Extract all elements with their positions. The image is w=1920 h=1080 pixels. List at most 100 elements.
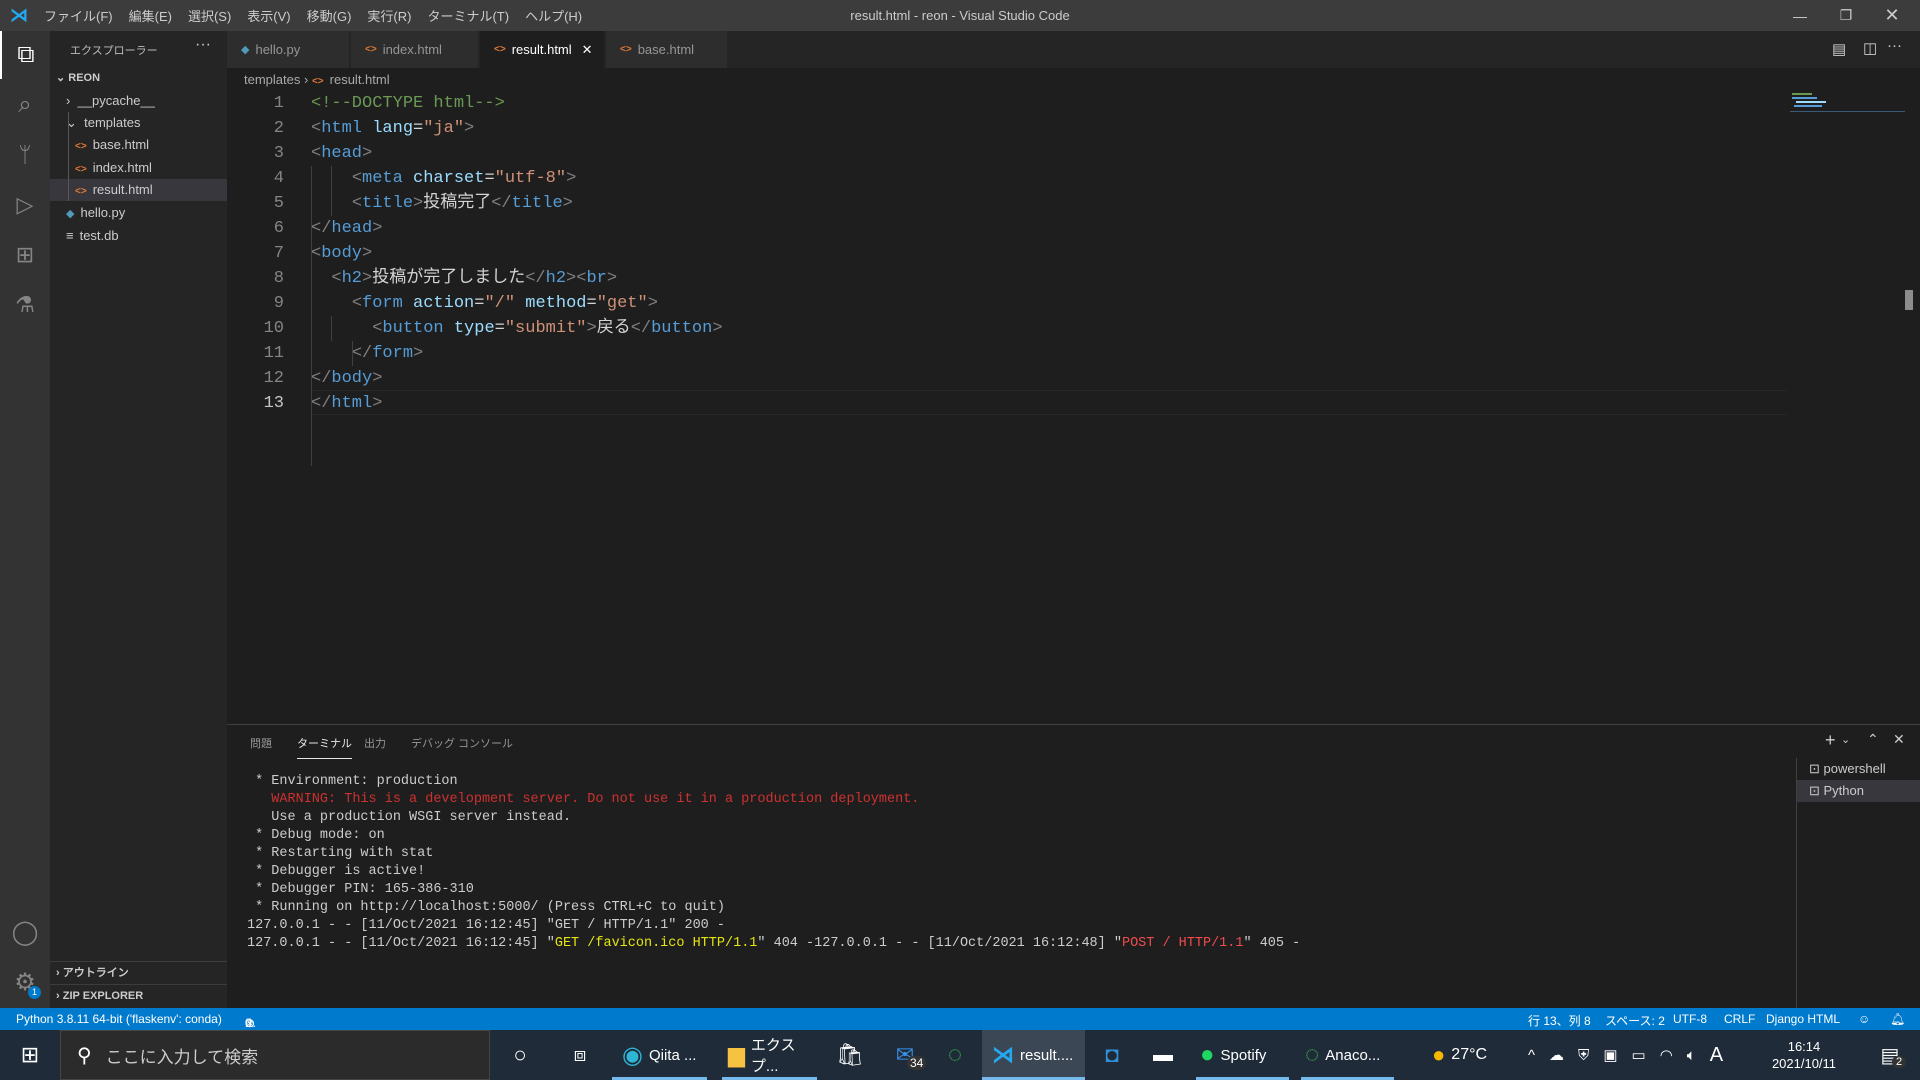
maximize-panel-icon[interactable]: ⌃ bbox=[1867, 731, 1879, 748]
security-icon[interactable]: ⛨ bbox=[1578, 1047, 1589, 1064]
code-line[interactable]: <button type="submit">戻る</button> bbox=[311, 316, 722, 341]
encoding[interactable]: UTF-8 bbox=[1673, 1012, 1707, 1026]
outline-section[interactable]: › アウトライン bbox=[50, 961, 227, 983]
tab-base-html[interactable]: <> base.html bbox=[606, 31, 728, 68]
menu-selection[interactable]: 選択(S) bbox=[188, 6, 231, 25]
tree-item-index-html[interactable]: <> index.html bbox=[50, 157, 227, 179]
tab-output[interactable]: 出力 bbox=[364, 735, 386, 759]
more-actions-icon[interactable]: ··· bbox=[195, 36, 211, 54]
terminal-app-icon[interactable]: ▬ bbox=[1148, 1030, 1178, 1080]
minimap[interactable] bbox=[1790, 90, 1905, 120]
menu-run[interactable]: 実行(R) bbox=[367, 6, 411, 25]
onedrive-icon[interactable]: ☁ bbox=[1549, 1046, 1564, 1064]
tree-item-base-html[interactable]: <> base.html bbox=[50, 134, 227, 156]
workspace-root[interactable]: ⌄ REON bbox=[50, 67, 227, 89]
code-line[interactable]: <h2>投稿が完了しました</h2><br> bbox=[311, 266, 617, 291]
taskbar-search-box[interactable]: ⚲ ここに入力して検索 bbox=[60, 1030, 490, 1080]
search-icon[interactable]: ⌕ bbox=[0, 81, 50, 129]
taskbar-app-edge[interactable]: ◉ Qiita ... bbox=[612, 1030, 707, 1080]
wifi-icon[interactable]: ◠ bbox=[1660, 1046, 1673, 1064]
tree-item-hello-py[interactable]: ◆ hello.py bbox=[50, 202, 227, 224]
code-line[interactable]: <form action="/" method="get"> bbox=[311, 291, 658, 316]
feedback-icon[interactable]: ☺ bbox=[1858, 1012, 1870, 1026]
menu-help[interactable]: ヘルプ(H) bbox=[525, 6, 582, 25]
breadcrumb-result-html[interactable]: result.html bbox=[330, 72, 390, 87]
new-terminal-icon[interactable]: + bbox=[1825, 730, 1836, 751]
tree-item-result-html[interactable]: <> result.html bbox=[50, 179, 227, 201]
chevron-down-icon[interactable]: ⌄ bbox=[1841, 733, 1850, 746]
cursor-position[interactable]: 行 13、列 8 bbox=[1528, 1012, 1591, 1029]
menu-view[interactable]: 表示(V) bbox=[247, 6, 290, 25]
minimize-button[interactable]: — bbox=[1777, 0, 1823, 31]
battery-icon[interactable]: ▭ bbox=[1632, 1046, 1646, 1064]
close-panel-icon[interactable]: ✕ bbox=[1893, 731, 1905, 748]
code-line[interactable]: </html> bbox=[311, 391, 382, 416]
indentation[interactable]: スペース: 2 bbox=[1605, 1012, 1665, 1029]
split-editor-icon[interactable]: ◫ bbox=[1863, 39, 1877, 57]
volume-icon[interactable]: 🔈︎ bbox=[1687, 1047, 1696, 1064]
taskbar-app-spotify[interactable]: ● Spotify bbox=[1196, 1030, 1289, 1080]
menu-terminal[interactable]: ターミナル(T) bbox=[427, 6, 509, 25]
menu-edit[interactable]: 編集(E) bbox=[129, 6, 172, 25]
task-view-icon[interactable]: ⧈ bbox=[565, 1030, 595, 1080]
tab-index-html[interactable]: <> index.html bbox=[351, 31, 479, 68]
tree-item-test-db[interactable]: ≡ test.db bbox=[50, 225, 227, 247]
open-preview-icon[interactable]: ▤ bbox=[1832, 40, 1846, 58]
terminal-item-powershell[interactable]: ⊡ powershell bbox=[1797, 758, 1920, 780]
zip-explorer-section[interactable]: › ZIP EXPLORER bbox=[50, 984, 227, 1006]
more-actions-icon[interactable]: ··· bbox=[1887, 37, 1902, 54]
notification-center-icon[interactable]: ▤ 2 bbox=[1870, 1030, 1910, 1080]
taskbar-app-explorer[interactable]: ▆ エクスプ... bbox=[722, 1030, 817, 1080]
code-line[interactable]: <head> bbox=[311, 141, 372, 166]
close-window-button[interactable]: ✕ bbox=[1869, 0, 1915, 31]
taskbar-app-vscode[interactable]: ⋊ result.... bbox=[982, 1030, 1085, 1080]
close-tab-icon[interactable]: ✕ bbox=[582, 42, 593, 58]
code-editor[interactable]: <!--DOCTYPE html--> <html lang="ja"> <he… bbox=[227, 90, 1790, 724]
tab-hello-py[interactable]: ◆ hello.py bbox=[227, 31, 350, 68]
anaconda-icon[interactable]: ◌ bbox=[940, 1030, 970, 1080]
menu-file[interactable]: ファイル(F) bbox=[44, 6, 113, 25]
code-line[interactable]: <meta charset="utf-8"> bbox=[311, 166, 576, 191]
code-line[interactable]: <!--DOCTYPE html--> bbox=[311, 91, 505, 116]
cortana-icon[interactable]: ○ bbox=[505, 1030, 535, 1080]
notifications-bell-icon[interactable]: 🔔︎ bbox=[1890, 1012, 1905, 1026]
app-icon[interactable]: ◘ bbox=[1097, 1030, 1127, 1080]
testing-icon[interactable]: ⚗ bbox=[0, 281, 50, 329]
code-line[interactable]: </head> bbox=[311, 216, 382, 241]
code-line[interactable]: <body> bbox=[311, 241, 372, 266]
device-icon[interactable]: ▣ bbox=[1603, 1046, 1617, 1064]
settings-gear-icon[interactable]: ⚙ 1 bbox=[0, 958, 50, 1006]
python-interpreter[interactable]: Python 3.8.11 64-bit ('flaskenv': conda) bbox=[16, 1012, 222, 1026]
mail-icon[interactable]: ✉ 34 bbox=[885, 1030, 927, 1080]
tree-item-templates[interactable]: ⌄ templates bbox=[50, 112, 227, 134]
source-control-icon[interactable]: ᛘ bbox=[0, 131, 50, 179]
restore-button[interactable]: ❐ bbox=[1823, 0, 1869, 31]
run-debug-icon[interactable]: ▷ bbox=[0, 181, 50, 229]
menu-go[interactable]: 移動(G) bbox=[307, 6, 352, 25]
anaconda-icon: ◌ bbox=[1305, 1041, 1320, 1068]
taskbar-app-anaconda[interactable]: ◌ Anaco... bbox=[1301, 1030, 1394, 1080]
code-line[interactable]: </body> bbox=[311, 366, 382, 391]
code-line[interactable]: </form> bbox=[311, 341, 423, 366]
line-ending[interactable]: CRLF bbox=[1724, 1012, 1755, 1026]
breadcrumb-templates[interactable]: templates bbox=[244, 72, 300, 87]
code-line[interactable]: <title>投稿完了</title> bbox=[311, 191, 573, 216]
scrollbar-thumb[interactable] bbox=[1905, 290, 1913, 310]
tab-problems[interactable]: 問題 bbox=[250, 735, 272, 759]
start-button[interactable]: ⊞ bbox=[0, 1030, 60, 1080]
tab-result-html[interactable]: <> result.html ✕ bbox=[480, 31, 605, 68]
terminal-item-python[interactable]: ⊡ Python bbox=[1797, 780, 1920, 802]
extensions-icon[interactable]: ⊞ bbox=[0, 231, 50, 279]
show-hidden-icons-icon[interactable]: ^ bbox=[1528, 1047, 1535, 1064]
code-line[interactable]: <html lang="ja"> bbox=[311, 116, 474, 141]
language-mode[interactable]: Django HTML bbox=[1766, 1012, 1840, 1026]
ime-indicator[interactable]: A bbox=[1710, 1044, 1723, 1067]
clock[interactable]: 16:14 2021/10/11 bbox=[1762, 1030, 1846, 1080]
store-icon[interactable]: 🛍︎ bbox=[835, 1030, 865, 1080]
account-icon[interactable]: ◯ bbox=[0, 908, 50, 956]
tree-item-pycache[interactable]: › __pycache__ bbox=[50, 90, 227, 112]
tab-terminal[interactable]: ターミナル bbox=[297, 735, 352, 759]
explorer-icon[interactable]: ⧉ bbox=[0, 31, 50, 79]
tab-debug-console[interactable]: デバッグ コンソール bbox=[411, 735, 513, 759]
weather-widget[interactable]: ● 27°C bbox=[1432, 1030, 1512, 1080]
